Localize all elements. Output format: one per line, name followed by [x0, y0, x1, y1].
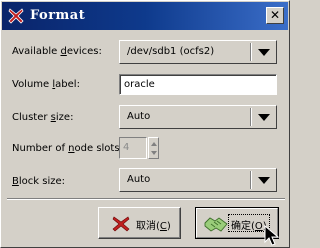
- cancel-x-icon: [112, 216, 130, 232]
- cluster-size-select[interactable]: Auto: [119, 105, 277, 129]
- divider: [7, 198, 285, 200]
- close-icon: ✕: [269, 8, 281, 22]
- node-slots-stepper[interactable]: 4: [119, 137, 159, 159]
- volume-label-label: Volume label:: [12, 79, 80, 90]
- block-size-select[interactable]: Auto: [119, 168, 277, 192]
- node-slots-value[interactable]: 4: [119, 137, 147, 159]
- chevron-down-icon[interactable]: [258, 49, 270, 56]
- select-divider: [250, 108, 252, 126]
- chevron-down-icon[interactable]: [258, 114, 270, 121]
- window-title: Format: [30, 8, 86, 23]
- close-button[interactable]: ✕: [266, 7, 284, 24]
- cancel-button-label: 取消(C): [136, 221, 171, 232]
- cluster-size-label: Cluster size:: [12, 112, 74, 123]
- ok-button-label: 确定(O): [231, 221, 267, 232]
- stepper-down-icon[interactable]: [151, 151, 157, 155]
- x-icon: [8, 8, 24, 24]
- stepper-up-icon[interactable]: [151, 142, 157, 146]
- chevron-down-icon[interactable]: [258, 177, 270, 184]
- format-dialog: Format ✕ Available devices: /dev/sdb1 (o…: [0, 0, 290, 248]
- mouse-pointer-icon: [264, 225, 280, 246]
- volume-label-input[interactable]: oracle: [119, 74, 277, 95]
- title-bar[interactable]: Format ✕: [2, 2, 288, 30]
- available-devices-value: /dev/sdb1 (ocfs2): [127, 46, 215, 57]
- stepper-buttons[interactable]: [148, 137, 159, 159]
- cancel-button[interactable]: 取消(C): [98, 207, 181, 239]
- block-size-value: Auto: [127, 174, 151, 185]
- ok-handshake-icon: [204, 217, 228, 232]
- node-slots-label: Number of node slots:: [12, 143, 123, 154]
- select-divider: [250, 171, 252, 189]
- available-devices-select[interactable]: /dev/sdb1 (ocfs2): [119, 40, 277, 64]
- select-divider: [250, 43, 252, 61]
- available-devices-label: Available devices:: [12, 46, 102, 57]
- cluster-size-value: Auto: [127, 111, 151, 122]
- block-size-label: Block size:: [12, 176, 65, 187]
